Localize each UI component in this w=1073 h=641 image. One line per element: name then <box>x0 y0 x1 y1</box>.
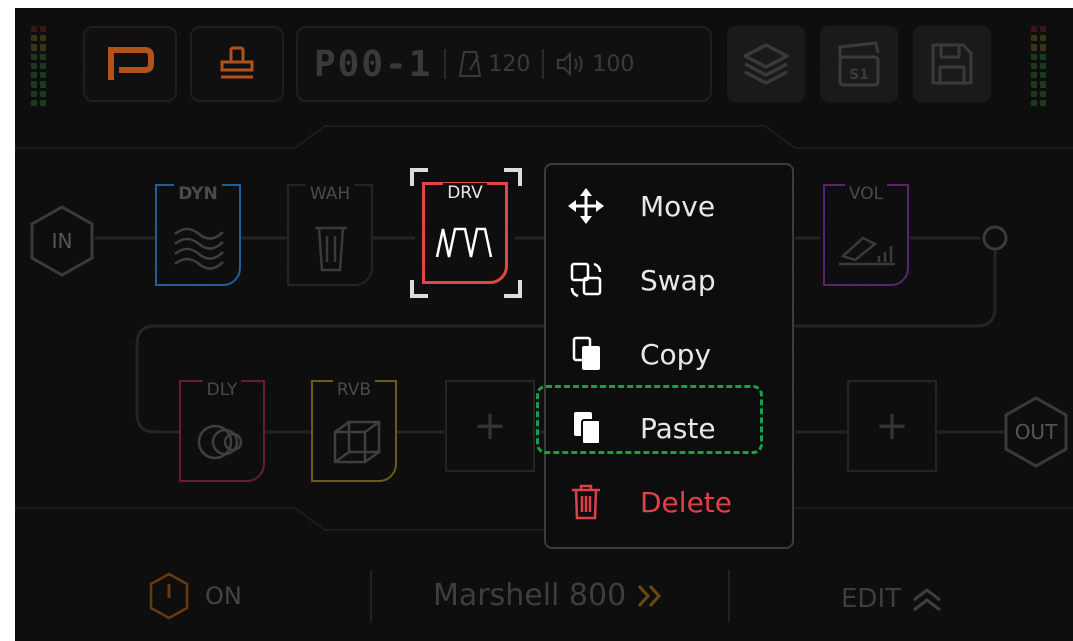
amp-model-selector[interactable]: Marshell 800 <box>433 578 664 613</box>
add-icon: + <box>875 403 909 449</box>
input-node: IN <box>30 205 94 277</box>
edit-button[interactable]: EDIT <box>841 584 943 614</box>
stompbox-button[interactable] <box>190 26 284 102</box>
tempo-value: 120 <box>488 51 531 77</box>
divider <box>542 49 545 79</box>
add-icon: + <box>473 403 507 449</box>
trash-icon <box>572 484 600 520</box>
menu-item-delete[interactable]: Delete <box>546 465 796 539</box>
menu-item-label: Copy <box>640 337 712 371</box>
stamp-icon <box>220 46 254 79</box>
fx-block-wah[interactable]: WAH <box>287 184 373 286</box>
output-label: OUT <box>1015 420 1058 444</box>
divider <box>444 49 447 79</box>
metronome-icon <box>459 51 482 77</box>
menu-item-copy[interactable]: Copy <box>546 317 796 391</box>
power-toggle[interactable]: ON <box>147 570 242 622</box>
fx-block-drv[interactable]: DRV <box>422 182 508 284</box>
scene-button[interactable]: S1 <box>820 26 898 102</box>
scene-label: S1 <box>849 67 869 83</box>
add-block-slot-2[interactable]: + <box>847 380 937 472</box>
input-level-meter <box>31 26 53 106</box>
amp-name: Marshell 800 <box>433 578 627 613</box>
volume-value: 100 <box>592 51 635 77</box>
power-icon <box>149 572 189 620</box>
patch-name: P00-1 <box>314 43 433 85</box>
copy-icon <box>572 336 600 370</box>
fx-block-drv-selected[interactable]: DRV <box>410 168 522 298</box>
add-block-slot-1[interactable]: + <box>445 380 535 472</box>
app-screen: P00-1 120 100 S1 IN OUT DYN WAH DRV VOL … <box>15 8 1073 641</box>
output-node: OUT <box>1004 396 1068 468</box>
double-chevron-up-icon <box>913 588 941 612</box>
preset-p-icon <box>108 47 154 80</box>
menu-item-swap[interactable]: Swap <box>546 243 796 317</box>
clapperboard-icon: S1 <box>838 41 880 87</box>
expression-pedal-icon <box>839 236 895 266</box>
trash-bin-icon <box>315 226 347 272</box>
block-label: RVB <box>332 380 376 400</box>
menu-item-label: Move <box>640 189 716 223</box>
paste-highlight-outline <box>536 385 763 454</box>
preset-button[interactable] <box>83 26 177 102</box>
input-label: IN <box>52 229 73 253</box>
fx-block-dly[interactable]: DLY <box>179 380 265 482</box>
menu-item-label: Swap <box>640 263 716 297</box>
speaker-icon <box>557 52 583 76</box>
swap-icon <box>570 262 602 298</box>
waves-icon <box>174 227 224 270</box>
block-label: DRV <box>443 183 487 203</box>
square-wave-icon <box>435 227 493 258</box>
block-context-menu: Move Swap Copy Paste Delete <box>544 163 794 549</box>
block-label: DLY <box>202 380 242 400</box>
block-label: DYN <box>174 184 222 204</box>
echo-circles-icon <box>197 424 243 460</box>
fx-block-dyn[interactable]: DYN <box>155 184 241 286</box>
output-level-meter <box>1031 26 1053 106</box>
menu-item-move[interactable]: Move <box>546 169 796 243</box>
double-chevron-right-icon <box>638 584 662 607</box>
menu-item-label: Delete <box>640 485 732 519</box>
fx-block-vol[interactable]: VOL <box>823 184 909 286</box>
divider <box>370 570 372 622</box>
floppy-disk-icon <box>931 43 973 85</box>
edit-label: EDIT <box>841 584 901 614</box>
power-label: ON <box>205 582 242 610</box>
move-arrows-icon <box>568 188 604 224</box>
block-label: WAH <box>305 184 355 204</box>
layers-icon <box>743 43 789 85</box>
fx-block-rvb[interactable]: RVB <box>311 380 397 482</box>
layers-button[interactable] <box>727 26 805 102</box>
save-button[interactable] <box>913 26 991 102</box>
block-label: VOL <box>844 184 888 204</box>
patch-display[interactable]: P00-1 120 100 <box>296 26 712 102</box>
divider <box>728 570 730 622</box>
cube-icon <box>333 420 381 464</box>
